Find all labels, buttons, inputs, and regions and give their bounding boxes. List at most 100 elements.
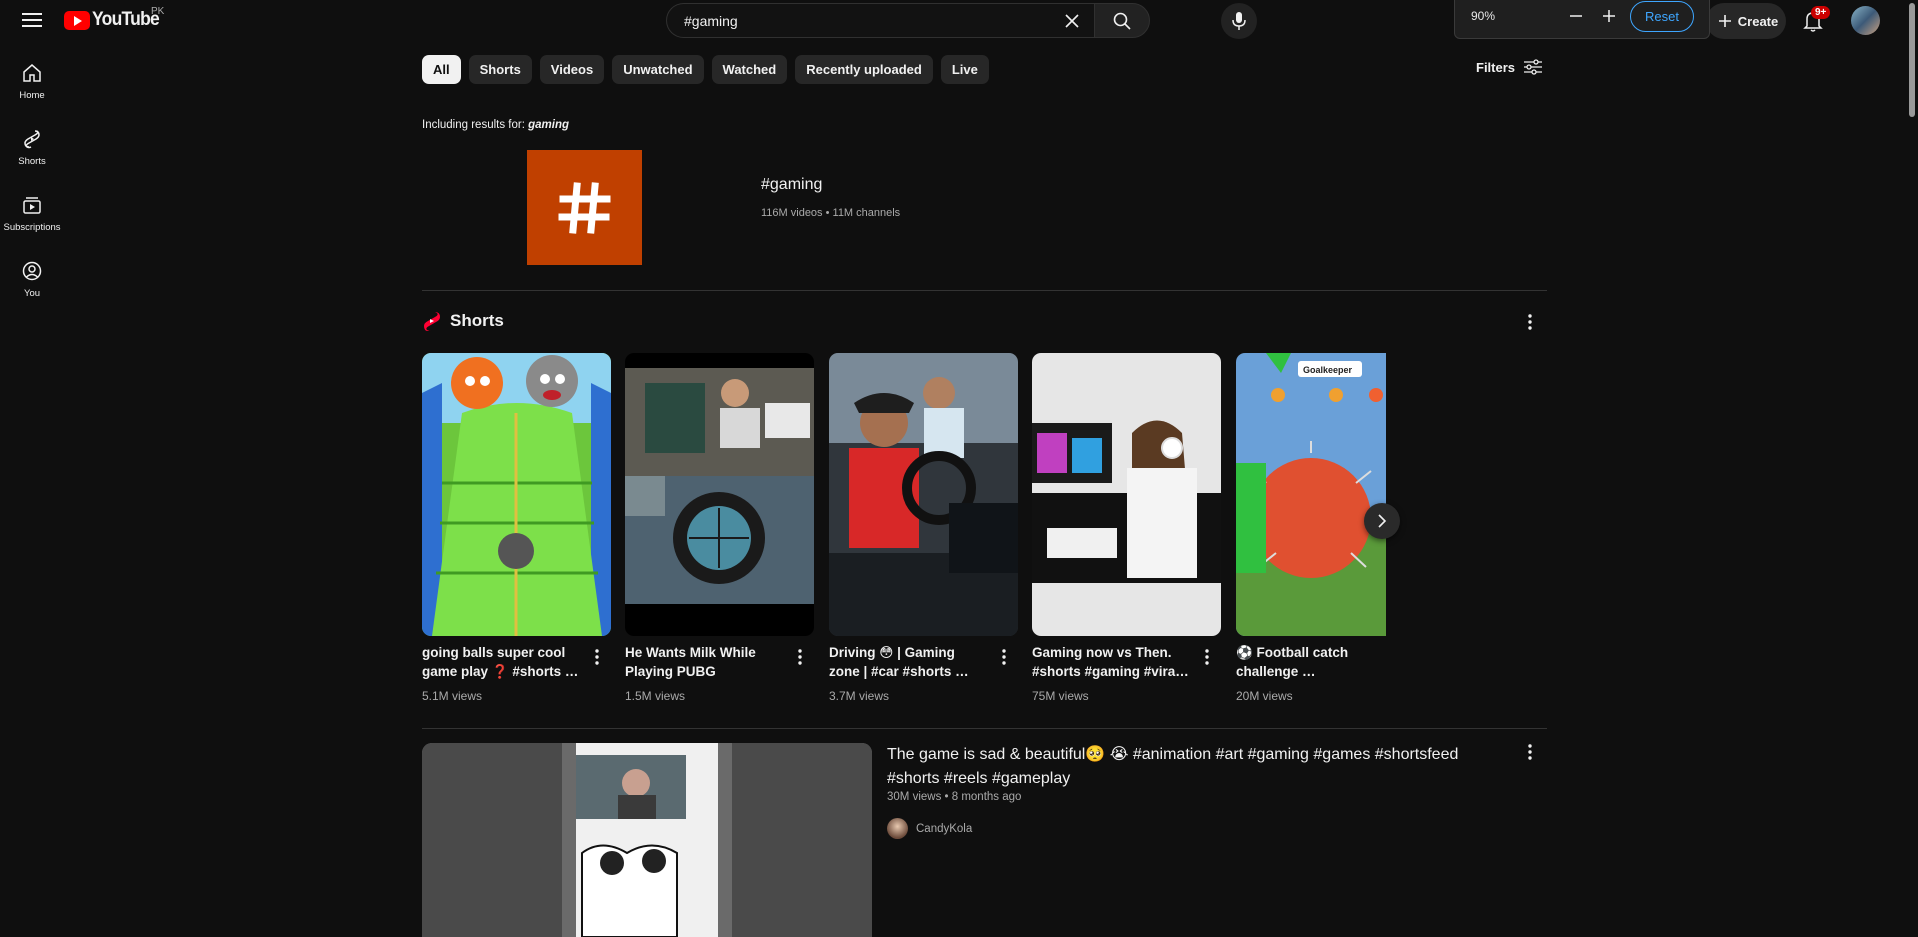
chip-recently-uploaded[interactable]: Recently uploaded (795, 55, 933, 84)
sidebar-item-label: Subscriptions (3, 222, 61, 233)
sidebar-item-subscriptions[interactable]: Subscriptions (0, 184, 64, 250)
more-vertical-icon (1002, 649, 1006, 665)
video-thumbnail[interactable] (422, 743, 872, 937)
short-card[interactable]: He Wants Milk While Playing PUBG MOBİLE…… (625, 353, 814, 703)
chip-unwatched[interactable]: Unwatched (612, 55, 704, 84)
short-thumbnail[interactable] (1032, 353, 1221, 636)
filters-button[interactable]: Filters (1476, 58, 1543, 76)
short-title[interactable]: He Wants Milk While Playing PUBG MOBİLE… (625, 643, 785, 681)
channel-avatar[interactable] (887, 818, 908, 839)
scrollbar-thumb[interactable] (1909, 3, 1915, 117)
menu-icon[interactable] (22, 10, 42, 30)
channel-link[interactable]: CandyKola (887, 818, 972, 839)
sidebar-item-shorts[interactable]: Shorts (0, 118, 64, 184)
chip-live[interactable]: Live (940, 55, 989, 84)
short-views: 3.7M views (829, 689, 890, 703)
hashtag-title[interactable]: #gaming (761, 176, 822, 194)
chip-shorts[interactable]: Shorts (468, 55, 532, 84)
zoom-in-button[interactable] (1598, 5, 1620, 27)
zoom-level: 90% (1471, 9, 1496, 23)
plus-icon (1603, 10, 1615, 22)
logo-text: YouTube (92, 9, 160, 30)
more-vertical-icon (1528, 314, 1532, 330)
clear-search-button[interactable] (1060, 9, 1084, 33)
short-thumbnail[interactable] (625, 353, 814, 636)
zoom-popup: 90% Reset (1454, 0, 1710, 39)
short-thumbnail-image (422, 353, 611, 636)
subscriptions-icon (23, 197, 41, 214)
short-card[interactable]: Goalkeeper ⚽ Football catch challenge … … (1236, 353, 1386, 703)
hashtag-tile[interactable] (527, 150, 642, 265)
including-results: Including results for: gaming (422, 119, 569, 131)
video-title[interactable]: The game is sad & beautiful🥺 😭 #animatio… (887, 743, 1487, 791)
divider (422, 290, 1547, 291)
zoom-out-button[interactable] (1565, 5, 1587, 27)
account-avatar[interactable] (1851, 6, 1880, 35)
channel-name[interactable]: CandyKola (916, 823, 972, 835)
divider (422, 728, 1547, 729)
sidebar-item-you[interactable]: You (0, 250, 64, 316)
search-button[interactable] (1094, 3, 1150, 38)
short-card[interactable]: going balls super cool game play ❓ #shor… (422, 353, 611, 703)
short-more-button[interactable] (585, 645, 609, 669)
chevron-right-icon (1378, 514, 1387, 528)
shelf-next-button[interactable] (1364, 503, 1400, 539)
including-term[interactable]: gaming (528, 119, 569, 131)
sliders-icon (1524, 59, 1543, 75)
zoom-reset-button[interactable]: Reset (1630, 1, 1694, 32)
short-views: 20M views (1236, 689, 1293, 703)
short-title[interactable]: going balls super cool game play ❓ #shor… (422, 643, 582, 681)
including-prefix: Including results for: (422, 119, 525, 131)
notification-badge: 9+ (1811, 6, 1831, 19)
short-more-button[interactable] (788, 645, 812, 669)
voice-search-button[interactable] (1221, 3, 1257, 39)
video-thumbnail-image (422, 743, 872, 937)
shorts-shelf-header: Shorts (422, 310, 504, 332)
minus-icon (1570, 15, 1582, 17)
create-button[interactable]: Create (1706, 3, 1786, 39)
chip-videos[interactable]: Videos (539, 55, 605, 84)
short-card[interactable]: Driving 😳 | Gaming zone | #car #shorts …… (829, 353, 1018, 703)
filter-chips: All Shorts Videos Unwatched Watched Rece… (422, 55, 989, 84)
youtube-play-icon (64, 10, 90, 30)
search-input[interactable] (682, 11, 1060, 30)
page-scrollbar[interactable] (1906, 0, 1918, 937)
short-views: 5.1M views (422, 689, 483, 703)
short-thumbnail[interactable] (422, 353, 611, 636)
sidebar-item-home[interactable]: Home (0, 52, 64, 118)
chip-watched[interactable]: Watched (711, 55, 788, 84)
create-label: Create (1737, 13, 1779, 29)
sidebar-item-label: You (23, 288, 41, 299)
short-thumbnail-image (625, 353, 814, 636)
sidebar-item-label: Shorts (18, 156, 46, 167)
shorts-icon (24, 130, 40, 149)
more-vertical-icon (1205, 649, 1209, 665)
sidebar-item-label: Home (19, 90, 45, 101)
more-vertical-icon (595, 649, 599, 665)
you-icon (22, 261, 42, 281)
more-vertical-icon (798, 649, 802, 665)
short-more-button[interactable] (992, 645, 1016, 669)
short-thumbnail[interactable] (829, 353, 1018, 636)
microphone-icon (1232, 12, 1246, 30)
short-thumbnail-image (829, 353, 1018, 636)
chip-all[interactable]: All (422, 55, 461, 84)
short-views: 75M views (1032, 689, 1089, 703)
short-more-button[interactable] (1195, 645, 1219, 669)
youtube-logo[interactable]: YouTube (64, 9, 165, 31)
short-card[interactable]: Gaming now vs Then. #shorts #gaming #vir… (1032, 353, 1221, 703)
short-title[interactable]: ⚽ Football catch challenge … (1236, 643, 1376, 681)
short-thumbnail-image: Goalkeeper (1236, 353, 1386, 636)
country-code: PK (151, 6, 165, 17)
plus-icon (1718, 15, 1731, 27)
short-thumbnail[interactable]: Goalkeeper (1236, 353, 1386, 636)
close-icon (1065, 13, 1079, 28)
short-title[interactable]: Driving 😳 | Gaming zone | #car #shorts … (829, 643, 989, 681)
short-title[interactable]: Gaming now vs Then. #shorts #gaming #vir… (1032, 643, 1192, 681)
hashtag-icon (558, 181, 610, 234)
more-vertical-icon (1528, 744, 1532, 760)
video-more-button[interactable] (1518, 740, 1542, 764)
mini-guide: Home Shorts Subscriptions You (0, 52, 64, 316)
shorts-logo-icon (424, 312, 440, 331)
shelf-more-button[interactable] (1518, 310, 1542, 334)
